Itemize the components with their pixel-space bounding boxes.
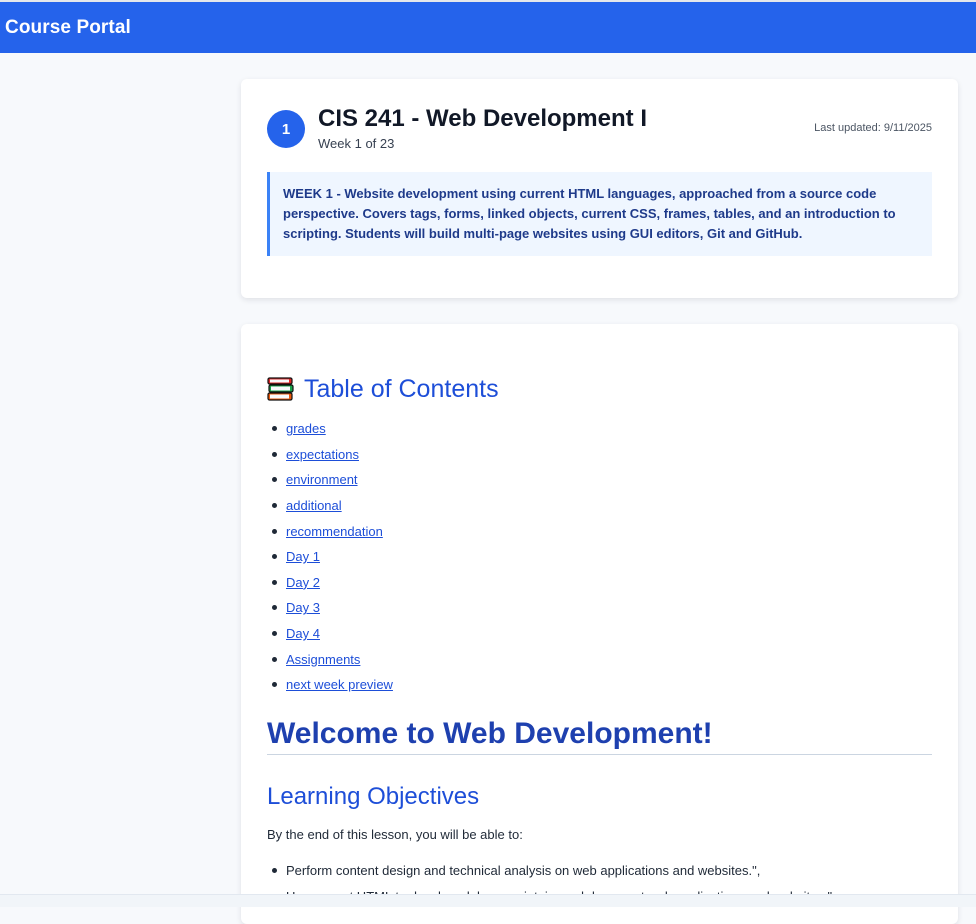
list-item: grades (267, 416, 393, 442)
toc-link-day-1[interactable]: Day 1 (286, 549, 320, 564)
horizontal-scrollbar[interactable] (0, 894, 976, 907)
app-header: Course Portal (0, 2, 976, 53)
lesson-content-card: Table of Contents grades expectations en… (241, 324, 958, 924)
objectives-intro: By the end of this lesson, you will be a… (267, 827, 523, 842)
list-item: Day 2 (267, 570, 393, 596)
bullet-icon (272, 682, 277, 688)
toc-heading: Table of Contents (267, 375, 499, 404)
welcome-heading: Welcome to Web Development! (267, 717, 932, 755)
course-summary-card: 1 CIS 241 - Web Development I Week 1 of … (241, 79, 958, 298)
app-title[interactable]: Course Portal (5, 17, 131, 39)
toc-link-assignments[interactable]: Assignments (286, 652, 360, 667)
toc-link-day-2[interactable]: Day 2 (286, 575, 320, 590)
course-title: CIS 241 - Web Development I (318, 105, 647, 132)
toc-link-environment[interactable]: environment (286, 472, 358, 487)
week-number-badge: 1 (267, 110, 305, 148)
course-description: WEEK 1 - Website development using curre… (267, 172, 932, 256)
bullet-icon (272, 605, 277, 611)
bullet-icon (272, 656, 277, 662)
toc-list: grades expectations environment addition… (267, 416, 393, 698)
bullet-icon (272, 503, 277, 509)
list-item: next week preview (267, 672, 393, 698)
list-item: Day 3 (267, 595, 393, 621)
toc-link-day-3[interactable]: Day 3 (286, 600, 320, 615)
objective-text: Perform content design and technical ana… (286, 862, 761, 878)
bullet-icon (272, 579, 277, 585)
toc-link-additional[interactable]: additional (286, 498, 342, 513)
bullet-icon (272, 426, 277, 432)
list-item: Day 1 (267, 544, 393, 570)
list-item: Perform content design and technical ana… (267, 857, 832, 883)
objectives-heading: Learning Objectives (267, 783, 480, 810)
bullet-icon (272, 554, 277, 560)
bullet-icon (272, 528, 277, 534)
books-icon (267, 377, 294, 401)
bullet-icon (272, 631, 277, 637)
bullet-icon (272, 477, 277, 483)
toc-link-day-4[interactable]: Day 4 (286, 626, 320, 641)
list-item: Day 4 (267, 621, 393, 647)
list-item: expectations (267, 442, 393, 468)
list-item: environment (267, 467, 393, 493)
toc-link-next-week-preview[interactable]: next week preview (286, 677, 393, 692)
last-updated-timestamp: Last updated: 9/11/2025 (814, 122, 932, 134)
toc-link-expectations[interactable]: expectations (286, 447, 359, 462)
list-item: recommendation (267, 518, 393, 544)
bullet-icon (272, 867, 277, 873)
toc-link-grades[interactable]: grades (286, 421, 326, 436)
list-item: additional (267, 493, 393, 519)
course-week-label: Week 1 of 23 (318, 136, 395, 151)
toc-heading-text: Table of Contents (304, 375, 499, 403)
toc-link-recommendation[interactable]: recommendation (286, 524, 383, 539)
list-item: Assignments (267, 646, 393, 672)
bullet-icon (272, 451, 277, 457)
